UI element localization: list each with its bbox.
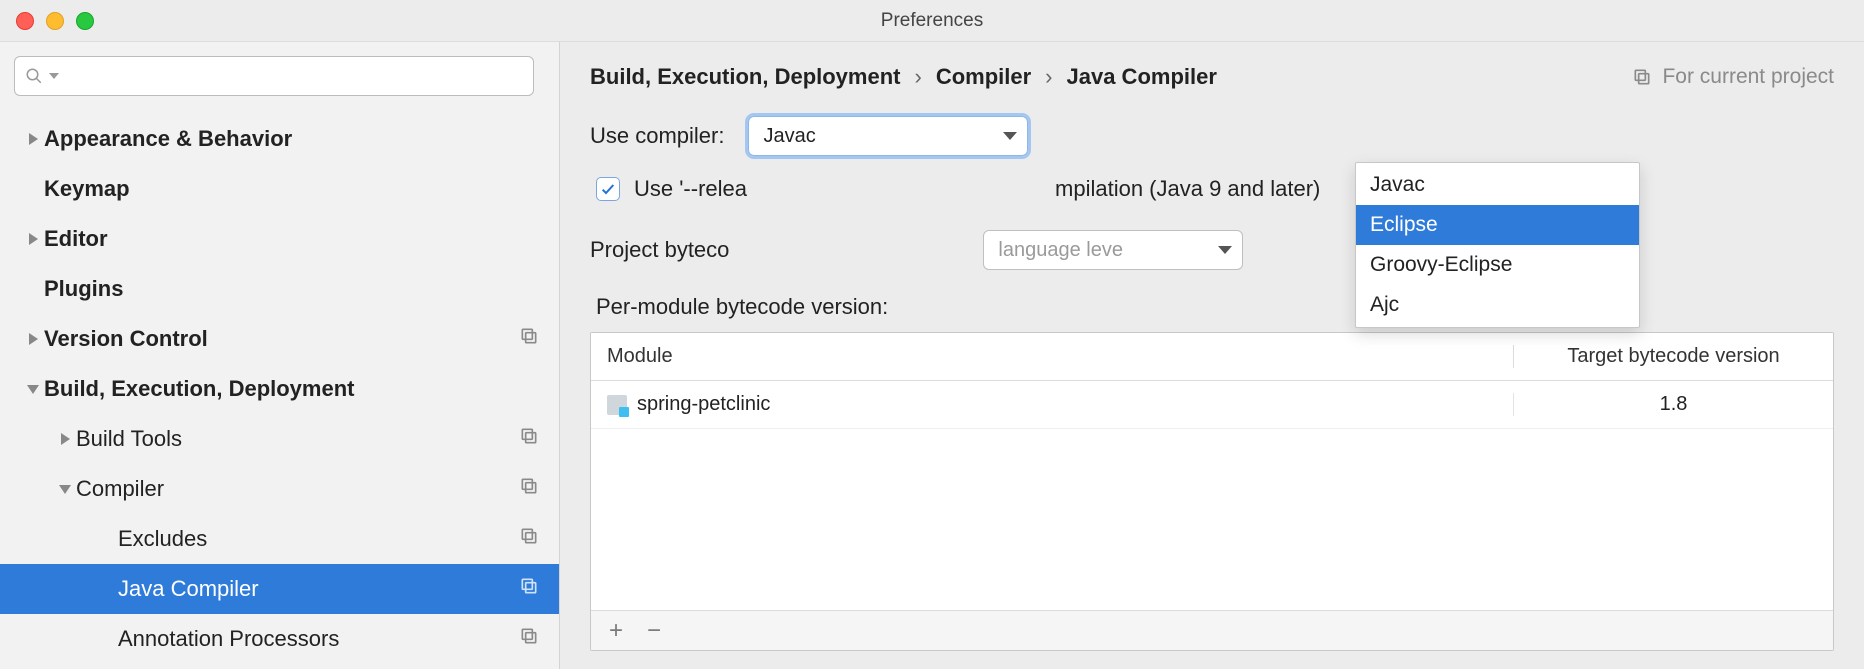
window-minimize-button[interactable] [46, 12, 64, 30]
tree-item-label: Build, Execution, Deployment [44, 376, 354, 402]
per-module-table: Module Target bytecode version spring-pe… [590, 332, 1834, 651]
remove-row-button[interactable]: − [647, 617, 661, 645]
tree-item-label: Appearance & Behavior [44, 126, 292, 152]
for-current-project-label: For current project [1632, 65, 1834, 89]
breadcrumb-segment: Build, Execution, Deployment [590, 64, 900, 90]
preferences-sidebar: Appearance & Behavior Keymap Editor Plugins… [0, 42, 560, 669]
dropdown-option[interactable]: Ajc [1356, 285, 1639, 325]
titlebar: Preferences [0, 0, 1864, 42]
tree-item[interactable]: Appearance & Behavior [0, 114, 559, 164]
breadcrumb-segment: Compiler [936, 64, 1031, 90]
preferences-tree: Appearance & Behavior Keymap Editor Plugins… [0, 110, 559, 664]
copy-icon [1632, 67, 1652, 87]
per-project-icon [519, 626, 539, 652]
tree-item-label: Java Compiler [118, 576, 259, 602]
tree-item-label: Keymap [44, 176, 130, 202]
table-footer: + − [591, 610, 1833, 650]
per-project-icon [519, 576, 539, 602]
copy-icon [519, 326, 539, 346]
table-header: Module Target bytecode version [591, 333, 1833, 381]
window-title: Preferences [881, 10, 983, 32]
tree-item[interactable]: Java Compiler [0, 564, 559, 614]
tree-item[interactable]: Plugins [0, 264, 559, 314]
col-version-header: Target bytecode version [1513, 345, 1833, 368]
per-project-icon [519, 426, 539, 452]
tree-item-label: Compiler [76, 476, 164, 502]
tree-item-label: Plugins [44, 276, 123, 302]
search-icon [25, 67, 43, 85]
tree-item[interactable]: Keymap [0, 164, 559, 214]
disclosure-right-icon [54, 433, 76, 445]
breadcrumb-separator-icon: › [914, 64, 921, 90]
checkmark-icon [600, 181, 616, 197]
project-bytecode-label: Project byteco [590, 237, 729, 263]
disclosure-down-icon [54, 485, 76, 494]
tree-item[interactable]: Build, Execution, Deployment [0, 364, 559, 414]
copy-icon [519, 576, 539, 596]
per-project-icon [519, 476, 539, 502]
disclosure-right-icon [22, 233, 44, 245]
breadcrumb: Build, Execution, Deployment › Compiler … [590, 64, 1217, 90]
add-row-button[interactable]: + [609, 617, 623, 645]
tree-item[interactable]: Annotation Processors [0, 614, 559, 664]
chevron-down-icon [1218, 246, 1232, 254]
per-module-label: Per-module bytecode version: [596, 294, 1834, 320]
copy-icon [519, 426, 539, 446]
use-release-option-checkbox[interactable] [596, 177, 620, 201]
tree-item[interactable]: Version Control [0, 314, 559, 364]
tree-item-label: Excludes [118, 526, 207, 552]
dropdown-option[interactable]: Groovy-Eclipse [1356, 245, 1639, 285]
disclosure-right-icon [22, 133, 44, 145]
use-compiler-select[interactable]: Javac [748, 116, 1028, 156]
window-traffic-lights [16, 12, 94, 30]
dropdown-option[interactable]: Eclipse [1356, 205, 1639, 245]
per-project-icon [519, 526, 539, 552]
module-name: spring-petclinic [637, 393, 770, 416]
use-compiler-value: Javac [763, 125, 815, 148]
disclosure-down-icon [22, 385, 44, 394]
tree-item-label: Editor [44, 226, 108, 252]
chevron-down-icon [1003, 132, 1017, 140]
tree-item-label: Annotation Processors [118, 626, 339, 652]
copy-icon [519, 476, 539, 496]
tree-item[interactable]: Editor [0, 214, 559, 264]
main-panel: Build, Execution, Deployment › Compiler … [560, 42, 1864, 669]
copy-icon [519, 626, 539, 646]
dropdown-option[interactable]: Javac [1356, 165, 1639, 205]
project-bytecode-select[interactable]: language leve [983, 230, 1243, 270]
breadcrumb-segment: Java Compiler [1067, 64, 1217, 90]
tree-item-label: Build Tools [76, 426, 182, 452]
project-bytecode-placeholder: language leve [998, 239, 1123, 262]
search-input[interactable] [14, 56, 534, 96]
tree-item[interactable]: Build Tools [0, 414, 559, 464]
window-zoom-button[interactable] [76, 12, 94, 30]
module-icon [607, 395, 627, 415]
use-compiler-label: Use compiler: [590, 123, 724, 149]
copy-icon [519, 526, 539, 546]
window-close-button[interactable] [16, 12, 34, 30]
disclosure-right-icon [22, 333, 44, 345]
tree-item-label: Version Control [44, 326, 208, 352]
col-module-header: Module [591, 345, 1513, 368]
table-row[interactable]: spring-petclinic 1.8 [591, 381, 1833, 429]
per-project-icon [519, 326, 539, 352]
use-release-option-label: Use '--releaxxxxxxxxxxxxxxxxxxxxxxxxxxxx… [634, 176, 1320, 202]
chevron-down-icon [49, 71, 59, 81]
use-compiler-dropdown[interactable]: JavacEclipseGroovy-EclipseAjc [1355, 162, 1640, 328]
module-version: 1.8 [1513, 393, 1833, 416]
breadcrumb-separator-icon: › [1045, 64, 1052, 90]
tree-item[interactable]: Compiler [0, 464, 559, 514]
tree-item[interactable]: Excludes [0, 514, 559, 564]
